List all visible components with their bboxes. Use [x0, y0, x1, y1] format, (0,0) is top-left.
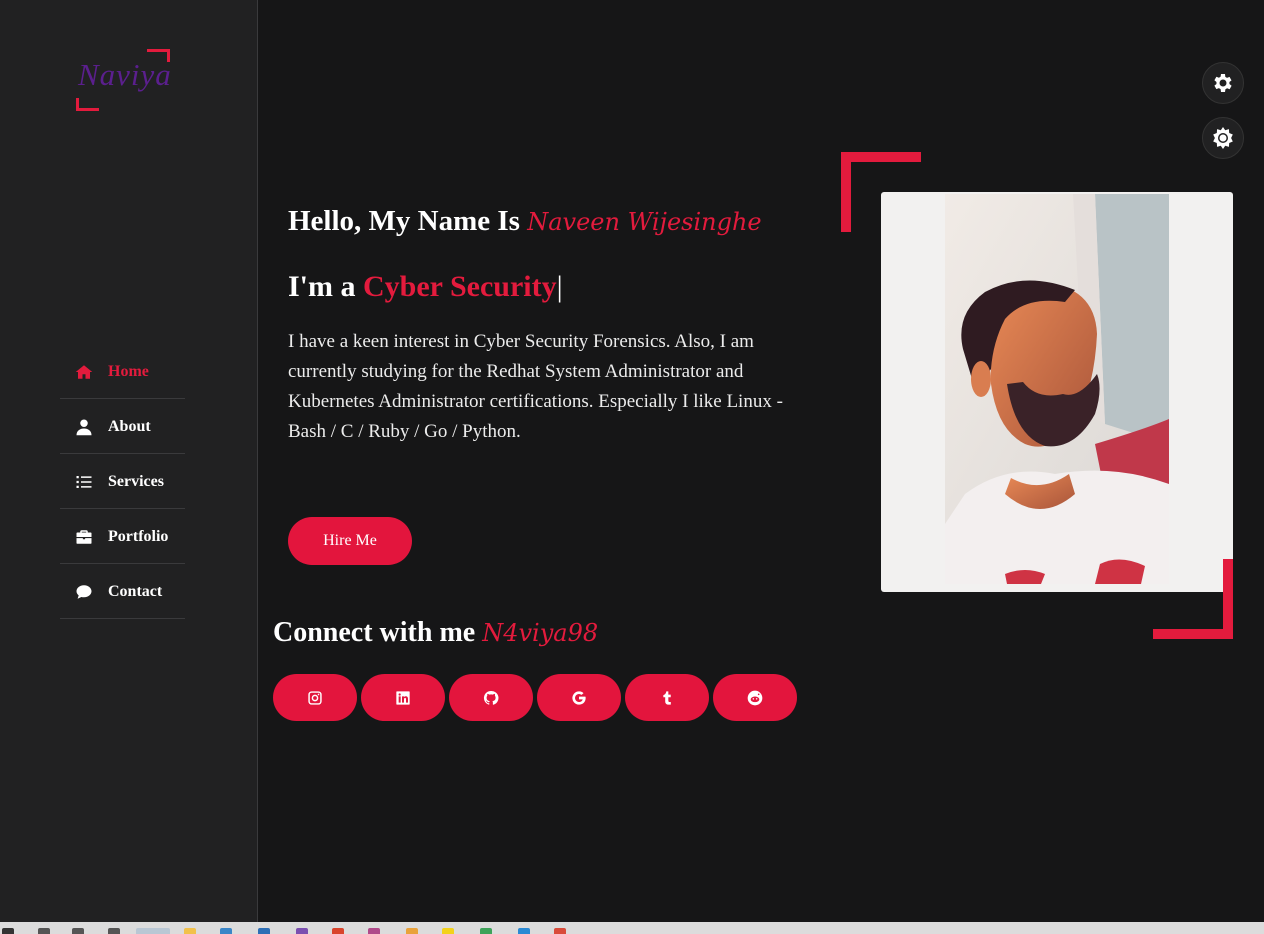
tumblr-button[interactable] — [625, 674, 709, 721]
social-links — [273, 674, 801, 721]
app-icon[interactable] — [442, 928, 454, 934]
app-icon[interactable] — [518, 928, 530, 934]
app-icon[interactable] — [554, 928, 566, 934]
profile-photo-card — [881, 192, 1233, 592]
app-icon[interactable] — [332, 928, 344, 934]
settings-button[interactable] — [1202, 62, 1244, 104]
folder-icon[interactable] — [184, 928, 196, 934]
nav-item-contact[interactable]: Contact — [60, 565, 185, 619]
task-view-icon[interactable] — [108, 928, 120, 934]
instagram-icon — [308, 690, 322, 705]
briefcase-icon — [74, 528, 94, 546]
hero-greeting: Hello, My Name Is Naveen Wijesinghe — [288, 205, 762, 238]
os-taskbar — [0, 922, 1264, 934]
hero-description: I have a keen interest in Cyber Security… — [288, 331, 783, 442]
connect-handle: N4viya98 — [482, 619, 599, 647]
tumblr-icon — [663, 690, 671, 705]
hire-me-button[interactable]: Hire Me — [288, 517, 412, 565]
browser-icon[interactable] — [136, 928, 170, 934]
nav-label-services: Services — [108, 472, 164, 490]
start-icon[interactable] — [2, 928, 14, 934]
logo[interactable]: Naviya — [76, 49, 172, 111]
connect-prefix: Connect with me — [273, 617, 483, 648]
app-icon[interactable] — [480, 928, 492, 934]
typing-cursor: | — [556, 270, 563, 303]
search-icon[interactable] — [38, 928, 50, 934]
photo-bracket-bottom-right — [1153, 559, 1233, 639]
reddit-button[interactable] — [713, 674, 797, 721]
nav-item-portfolio[interactable]: Portfolio — [60, 510, 185, 564]
hero-greeting-prefix: Hello, My Name Is — [288, 205, 528, 237]
app-icon[interactable] — [368, 928, 380, 934]
nav-item-home[interactable]: Home — [60, 345, 185, 399]
app-icon[interactable] — [296, 928, 308, 934]
gear-icon — [1214, 74, 1232, 92]
app-icon[interactable] — [220, 928, 232, 934]
home-icon — [74, 363, 94, 381]
google-button[interactable] — [537, 674, 621, 721]
hero-name: Naveen Wijesinghe — [527, 208, 762, 236]
nav-label-portfolio: Portfolio — [108, 527, 169, 545]
sidebar: Naviya Home About Services Portfolio Con… — [0, 0, 258, 922]
user-icon — [74, 418, 94, 436]
nav-item-services[interactable]: Services — [60, 455, 185, 509]
logo-text: Naviya — [78, 57, 172, 92]
instagram-button[interactable] — [273, 674, 357, 721]
nav-label-home: Home — [108, 362, 149, 380]
github-icon — [483, 690, 499, 705]
sun-icon — [1213, 127, 1233, 149]
nav-item-about[interactable]: About — [60, 400, 185, 454]
list-icon — [74, 473, 94, 491]
app-icon[interactable] — [406, 928, 418, 934]
hero-role-prefix: I'm a — [288, 270, 363, 303]
profile-photo — [945, 194, 1169, 584]
theme-toggle-button[interactable] — [1202, 117, 1244, 159]
nav-label-about: About — [108, 417, 151, 435]
chat-icon — [74, 583, 94, 601]
google-icon — [572, 690, 586, 705]
hero-role: I'm a Cyber Security| — [288, 270, 563, 304]
app-icon[interactable] — [258, 928, 270, 934]
github-button[interactable] — [449, 674, 533, 721]
hero-role-highlight: Cyber Security — [363, 270, 557, 303]
main-nav: Home About Services Portfolio Contact — [60, 345, 185, 619]
connect-heading: Connect with me N4viya98 — [273, 617, 598, 649]
linkedin-button[interactable] — [361, 674, 445, 721]
logo-corner-bottom-left — [76, 98, 99, 111]
cortana-icon[interactable] — [72, 928, 84, 934]
nav-label-contact: Contact — [108, 582, 163, 600]
linkedin-icon — [396, 690, 410, 705]
reddit-icon — [747, 690, 763, 705]
